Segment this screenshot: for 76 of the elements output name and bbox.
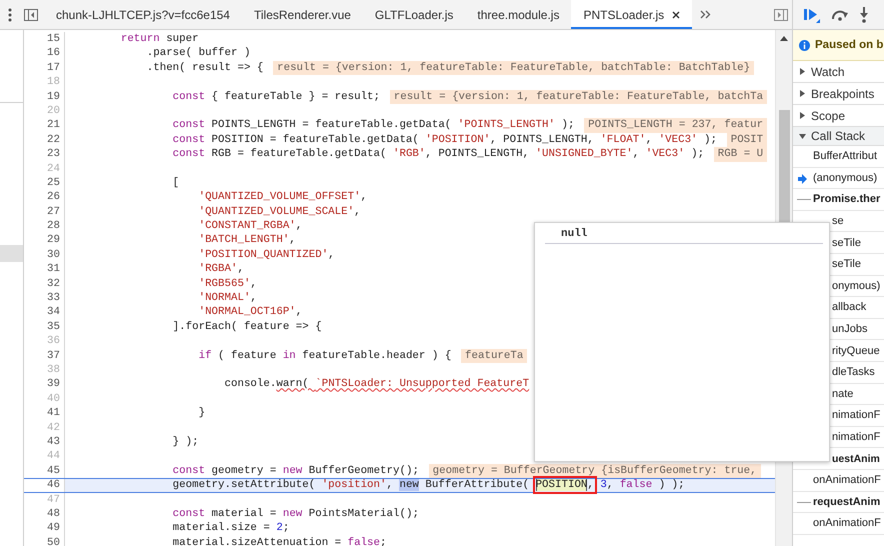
code-line: 'CONSTANT_RGBA', <box>198 219 302 234</box>
frame-entry[interactable]: Promise.ther <box>813 193 880 206</box>
code-line: const POSITION = featureTable.getData( 'POSITION', POINTS_LENGTH, 'FLOAT', 'VEC3' ); <box>172 132 717 148</box>
frame-entry[interactable]: nimationF <box>832 409 880 422</box>
collapsed-triangle-icon <box>799 90 806 97</box>
code-line: material.size = 2; <box>172 521 290 536</box>
popover-value: null <box>560 228 588 240</box>
editor-tab[interactable]: TilesRenderer.vue <box>242 0 363 29</box>
collapsed-triangle-icon <box>799 112 806 119</box>
code-line: 'NORMAL', <box>198 291 257 306</box>
code-line: .then( result => { <box>146 60 264 76</box>
code-line: 'QUANTIZED_VOLUME_OFFSET', <box>198 190 368 205</box>
code-line: const RGB = featureTable.getData( 'RGB', POINTS_LENGTH, 'UNSIGNED_BYTE', 'VEC3' ); <box>172 147 704 162</box>
expanded-triangle-icon <box>799 132 806 140</box>
frame-entry[interactable]: allback <box>832 301 866 314</box>
frame-entry[interactable]: nimationF <box>832 431 880 444</box>
inline-value: result = {version: 1, featureTable: FeatureTable, batchTa <box>390 90 768 104</box>
step-over-icon[interactable] <box>831 8 849 20</box>
inline-value: POINTS_LENGTH = 237, featur <box>584 118 768 133</box>
close-icon[interactable] <box>672 10 680 18</box>
code-line: const POINTS_LENGTH = featureTable.getData( 'POINTS_LENGTH' ); <box>172 118 574 133</box>
frame-entry[interactable]: nate <box>832 388 854 400</box>
more-options-icon[interactable] <box>8 8 12 22</box>
frame-entry[interactable]: dleTasks <box>832 366 875 378</box>
code-line: return super <box>120 32 199 46</box>
section-header[interactable]: Watch <box>793 61 884 83</box>
inline-value: RGB = U <box>714 147 768 162</box>
code-line: const geometry = new BufferGeometry(); <box>172 464 419 478</box>
frame-entry[interactable]: seTile <box>832 258 861 270</box>
frame-entry[interactable]: se <box>832 215 844 228</box>
line-number: 46 <box>24 479 65 492</box>
frame-entry[interactable]: requestAnim <box>813 496 880 508</box>
code-line: .parse( buffer ) <box>146 46 250 61</box>
paused-status: Paused on b <box>815 39 884 51</box>
code-line: const { featureTable } = result; <box>172 90 380 104</box>
inline-value: result = {version: 1, featureTable: FeatureTable, batchTable: BatchTable} <box>273 60 754 76</box>
code-line: const material = new PointsMaterial(); <box>172 506 419 522</box>
code-line: 'RGBA', <box>198 262 244 277</box>
code-line: 'QUANTIZED_VOLUME_SCALE', <box>198 204 361 220</box>
current-frame-arrow-icon <box>798 174 807 184</box>
section-header[interactable]: Call Stack <box>793 127 884 146</box>
code-line: 'NORMAL_OCT16P', <box>198 305 302 320</box>
frame-entry[interactable]: onAnimationF <box>813 517 881 530</box>
frame-entry[interactable]: uestAnim <box>832 452 880 465</box>
code-line: if ( feature in featureTable.header ) { <box>198 348 452 363</box>
code-line: } ); <box>172 434 199 450</box>
editor-tab[interactable]: chunk-LJHLTCEP.js?v=fcc6e154 <box>44 0 242 29</box>
frame-entry[interactable]: seTile <box>832 236 861 249</box>
code-line: } <box>198 406 206 421</box>
code-line: 'RGB565', <box>198 276 257 292</box>
frame-entry[interactable]: BufferAttribut <box>813 150 877 162</box>
frame-entry[interactable]: onAnimationF <box>813 474 881 486</box>
editor-tab[interactable]: three.module.js <box>465 0 572 29</box>
frame-entry[interactable]: onymous) <box>832 280 880 292</box>
frame-entry[interactable]: unJobs <box>832 323 868 336</box>
code-line: 'POSITION_QUANTIZED', <box>198 248 335 262</box>
inline-value: POSIT <box>726 132 768 148</box>
info-icon <box>799 40 810 50</box>
code-line: 'BATCH_LENGTH', <box>198 233 296 248</box>
resume-icon[interactable] <box>803 6 821 22</box>
frame-entry[interactable]: rityQueue <box>832 344 880 357</box>
code-line: [ <box>172 176 180 190</box>
code-line: console.warn( `PNTSLoader: Unsupported FeatureT <box>224 377 530 392</box>
scroll-up-icon[interactable] <box>780 36 788 41</box>
frame-entry[interactable]: (anonymous) <box>813 172 878 184</box>
panel-toggle-icon[interactable] <box>24 8 38 20</box>
more-tabs-icon[interactable] <box>700 10 712 19</box>
editor-tab[interactable]: GLTFLoader.js <box>362 0 466 29</box>
collapsed-triangle-icon <box>799 68 806 75</box>
section-header[interactable]: Breakpoints <box>793 83 884 105</box>
inline-value: geometry = BufferGeometry {isBufferGeometry: true, <box>428 464 761 478</box>
code-line: ].forEach( feature => { <box>172 320 322 334</box>
step-into-icon[interactable] <box>859 6 869 22</box>
panel-toggle-icon[interactable] <box>774 8 788 20</box>
inline-value: featureTa <box>461 348 528 363</box>
editor-tab[interactable]: PNTSLoader.js <box>571 0 692 29</box>
